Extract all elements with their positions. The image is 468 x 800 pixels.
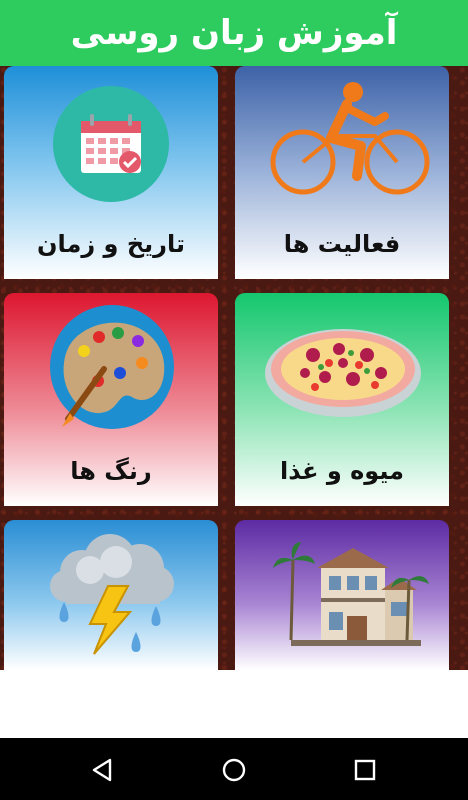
category-label: تاریخ و زمان	[37, 230, 185, 258]
content-background	[0, 670, 468, 738]
house-icon	[273, 542, 429, 646]
category-card-house[interactable]	[235, 520, 449, 670]
app-header: آموزش زبان روسی	[0, 0, 468, 66]
back-icon[interactable]	[90, 757, 116, 783]
category-card-date-time[interactable]: تاریخ و زمان	[4, 66, 218, 279]
category-card-colors[interactable]: رنگ ها	[4, 293, 218, 506]
home-icon[interactable]	[221, 757, 247, 783]
calendar-icon	[53, 86, 169, 202]
category-label: میوه و غذا	[280, 457, 404, 485]
page-title: آموزش زبان روسی	[70, 13, 398, 53]
palette-icon	[50, 305, 174, 429]
category-card-weather[interactable]	[4, 520, 218, 670]
weather-storm-icon	[50, 534, 174, 655]
category-label: رنگ ها	[70, 457, 152, 485]
category-card-food[interactable]: میوه و غذا	[235, 293, 449, 506]
category-label: فعالیت ها	[283, 230, 401, 258]
category-card-activities[interactable]: فعالیت ها	[235, 66, 449, 279]
recents-icon[interactable]	[352, 757, 378, 783]
category-grid: تاریخ و زمان فعالیت ها رنگ ها میوه و غذا	[0, 66, 468, 670]
system-navbar	[0, 738, 468, 800]
bicycle-icon	[270, 82, 430, 195]
pizza-icon	[265, 329, 421, 417]
